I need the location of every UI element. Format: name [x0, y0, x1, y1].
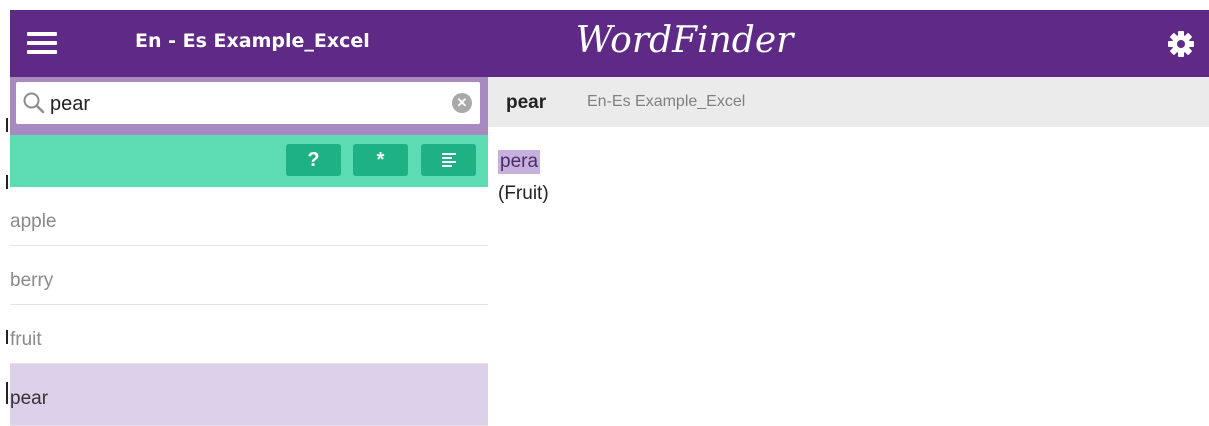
brand-logo: WordFinder — [575, 20, 794, 61]
word-list: apple berry fruit pear — [10, 187, 488, 426]
list-item-selected[interactable]: pear — [10, 364, 488, 426]
entry-pane: pear En-Es Example_Excel pera (Fruit) — [488, 77, 1209, 408]
entry-header: pear En-Es Example_Excel — [488, 77, 1209, 127]
translation-link[interactable]: pera — [498, 150, 541, 174]
tool-strip: ? * — [10, 135, 488, 187]
question-button[interactable]: ? — [286, 144, 341, 176]
left-edge — [0, 0, 10, 408]
wildcard-icon: * — [376, 149, 385, 171]
left-pane: ✕ ? * apple berry fruit pear — [10, 77, 488, 426]
gear-icon[interactable] — [1165, 28, 1197, 60]
search-input[interactable] — [48, 90, 432, 118]
search-frame: ✕ — [10, 77, 488, 135]
entry-source: En-Es Example_Excel — [587, 93, 746, 110]
list-item[interactable]: fruit — [10, 305, 488, 364]
wildcard-button[interactable]: * — [353, 144, 408, 176]
list-icon — [441, 149, 457, 171]
entry-gloss: (Fruit) — [498, 183, 549, 204]
clear-icon[interactable]: ✕ — [452, 93, 472, 113]
list-item[interactable]: apple — [10, 187, 488, 246]
search-box: ✕ — [16, 82, 480, 124]
edge-mark — [6, 118, 8, 132]
search-icon — [22, 91, 46, 120]
list-item[interactable]: berry — [10, 246, 488, 305]
edge-mark — [6, 382, 8, 404]
app-header: En - Es Example_Excel WordFinder — [10, 10, 1209, 77]
list-button[interactable] — [421, 144, 476, 176]
question-icon: ? — [307, 149, 320, 171]
edge-mark — [6, 330, 8, 344]
entry-headword: pear — [506, 92, 547, 113]
edge-mark — [6, 175, 8, 189]
